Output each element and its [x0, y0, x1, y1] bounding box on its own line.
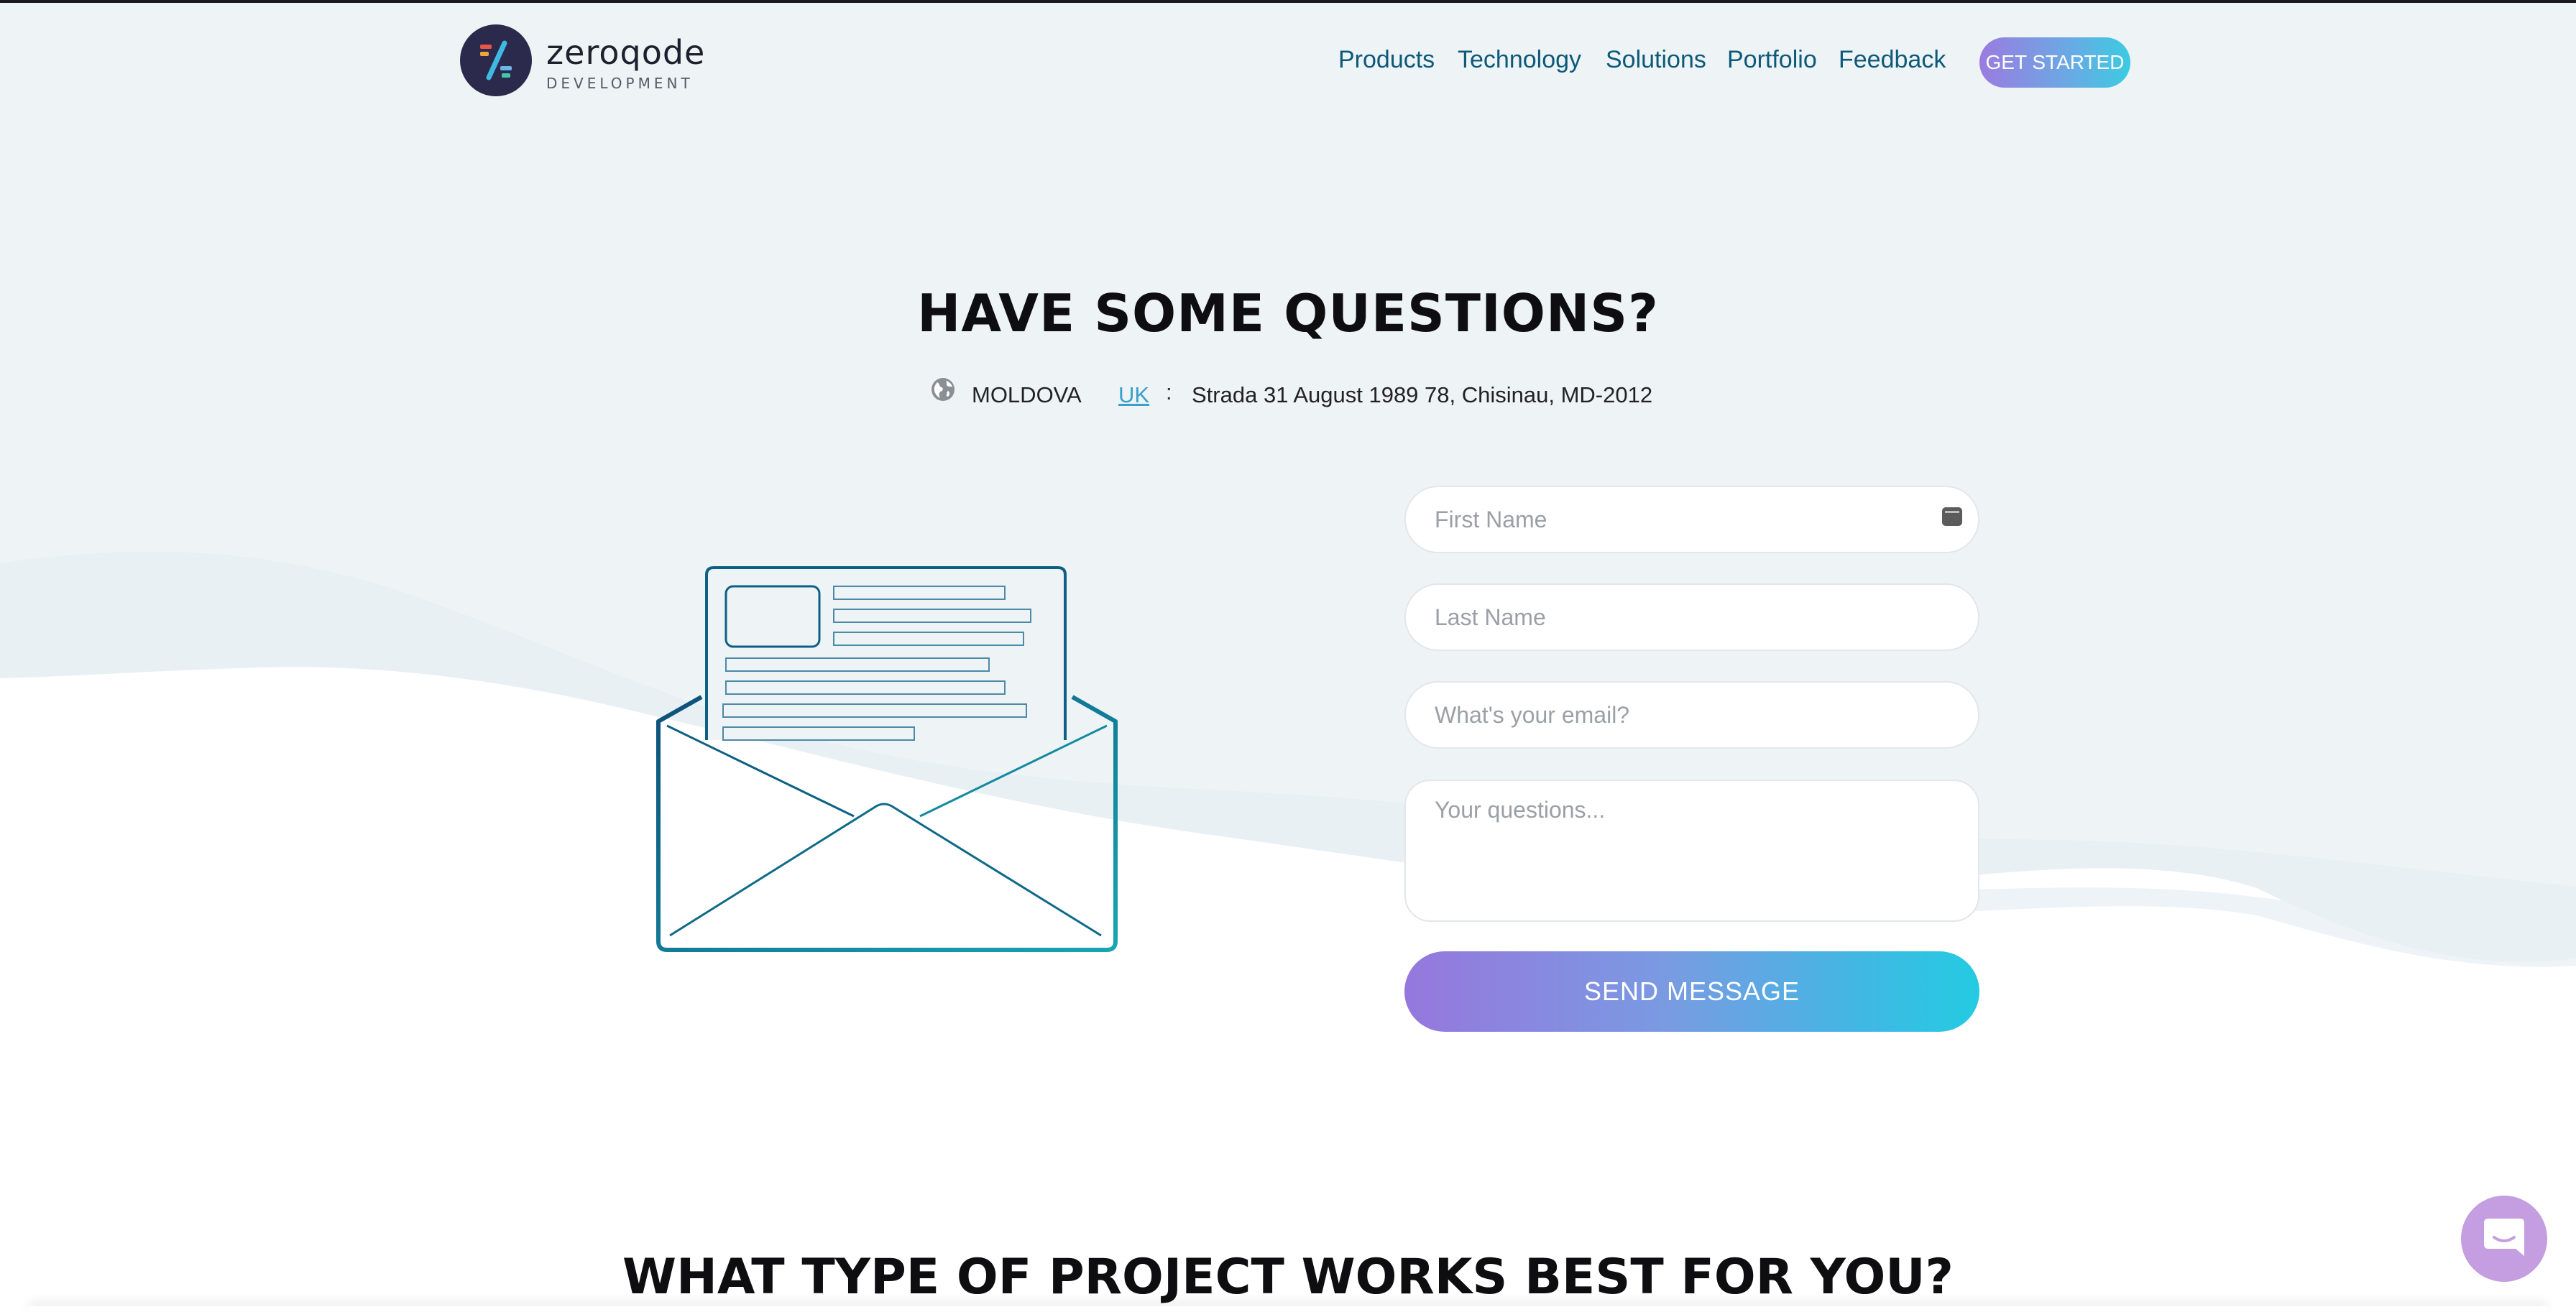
country-tab-moldova[interactable]: MOLDOVA — [972, 382, 1082, 408]
open-envelope-illustration — [656, 566, 1118, 952]
section-title-project-type: WHAT TYPE OF PROJECT WORKS BEST FOR YOU? — [622, 1249, 1954, 1306]
email-field[interactable] — [1404, 681, 1979, 749]
main-nav: Products Technology Solutions Portfolio … — [0, 46, 2576, 82]
address-separator: : — [1166, 379, 1172, 405]
send-message-button[interactable]: SEND MESSAGE — [1404, 951, 1979, 1032]
chat-launcher-button[interactable] — [2461, 1196, 2547, 1282]
nav-item-products[interactable]: Products — [1338, 46, 1435, 74]
questions-field[interactable] — [1404, 780, 1979, 922]
section-card-edge — [29, 1306, 2547, 1312]
first-name-field[interactable] — [1404, 486, 1979, 553]
nav-item-technology[interactable]: Technology — [1458, 46, 1581, 74]
password-manager-icon[interactable] — [1942, 507, 1962, 526]
globe-icon — [932, 378, 954, 401]
country-tab-uk[interactable]: UK — [1118, 382, 1149, 408]
get-started-button[interactable]: GET STARTED — [1979, 37, 2130, 88]
site-header: zeroqode DEVELOPMENT Products Technology… — [0, 3, 2576, 118]
page-title: HAVE SOME QUESTIONS? — [917, 283, 1659, 343]
last-name-field[interactable] — [1404, 583, 1979, 651]
office-address: Strada 31 August 1989 78, Chisinau, MD-2… — [1192, 382, 1653, 407]
nav-item-feedback[interactable]: Feedback — [1839, 46, 1946, 74]
page-background — [0, 3, 2576, 1312]
nav-item-solutions[interactable]: Solutions — [1606, 46, 1706, 74]
nav-item-portfolio[interactable]: Portfolio — [1727, 46, 1817, 74]
chat-bubble-icon — [2484, 1219, 2524, 1256]
